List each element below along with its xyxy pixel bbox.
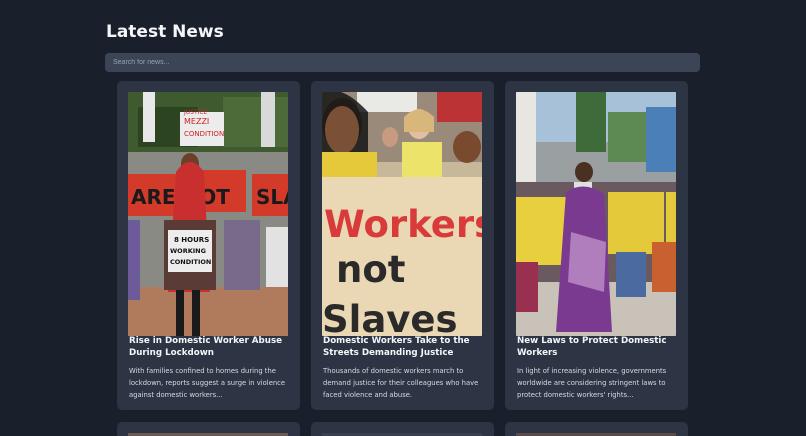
article-excerpt: With families confined to homes during t… xyxy=(129,367,286,399)
article-image[interactable]: MEZZI CONDITION JUSTICE ARE NOT SLA 8 HO… xyxy=(128,92,288,336)
news-card[interactable]: New Laws to Protect Domestic Workers In … xyxy=(505,81,688,410)
protest-photo-1: MEZZI CONDITION JUSTICE ARE NOT SLA 8 HO… xyxy=(128,92,288,336)
article-headline[interactable]: Domestic Workers Take to the Streets Dem… xyxy=(323,336,483,359)
article-excerpt: In light of increasing violence, governm… xyxy=(517,367,667,399)
news-card[interactable] xyxy=(505,422,688,436)
news-card[interactable]: MEZZI CONDITION JUSTICE ARE NOT SLA 8 HO… xyxy=(117,81,300,410)
sign-text: WORKING xyxy=(170,247,206,255)
page-title: Latest News xyxy=(106,22,224,42)
sign-text: 8 HOURS xyxy=(174,236,209,244)
search-input[interactable] xyxy=(105,53,700,72)
sign-text: not xyxy=(336,248,405,291)
news-card[interactable] xyxy=(311,422,494,436)
sign-text: MEZZI xyxy=(184,117,209,126)
news-page: Latest News MEZZI CONDITION JUSTICE ARE … xyxy=(0,0,806,436)
sign-text: CONDITION xyxy=(170,258,211,266)
sign-text: Slaves xyxy=(322,298,458,336)
sign-text: SLA xyxy=(256,185,288,209)
sign-text: JUSTICE xyxy=(183,109,208,116)
article-headline[interactable]: Rise in Domestic Worker Abuse During Loc… xyxy=(129,336,289,359)
protest-photo-3 xyxy=(516,92,676,336)
news-card[interactable]: Workers not Slaves Domestic Workers Take… xyxy=(311,81,494,410)
article-image[interactable] xyxy=(516,92,676,336)
article-headline[interactable]: New Laws to Protect Domestic Workers xyxy=(517,336,677,359)
sign-text: Workers xyxy=(324,203,482,246)
sign-text: CONDITION xyxy=(184,130,224,138)
news-card[interactable] xyxy=(117,422,300,436)
protest-photo-2: Workers not Slaves xyxy=(322,92,482,336)
article-excerpt: Thousands of domestic workers march to d… xyxy=(323,367,479,399)
article-image[interactable]: Workers not Slaves xyxy=(322,92,482,336)
